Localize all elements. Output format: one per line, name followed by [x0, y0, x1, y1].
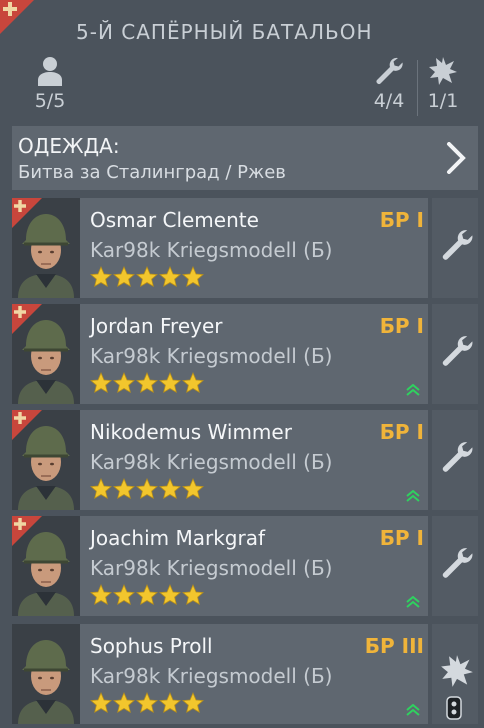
upgrade-available-icon: [406, 490, 420, 502]
soldier-rank: БР III: [364, 634, 424, 658]
soldier-class-button[interactable]: [432, 410, 478, 510]
soldier-card[interactable]: Sophus Proll Kar98k Kriegsmodell (Б) БР II…: [12, 624, 428, 724]
star-icon: [113, 478, 135, 500]
engineers-stat: 4/4: [366, 56, 412, 112]
soldier-card[interactable]: Joachim Markgraf Kar98k Kriegsmodell (Б) Б…: [12, 516, 428, 616]
soldier-rank: БР I: [379, 314, 424, 338]
star-icon: [182, 478, 204, 500]
outfit-label: ОДЕЖДА:: [18, 134, 120, 158]
soldier-weapon: Kar98k Kriegsmodell (Б): [90, 664, 333, 688]
soldier-rank: БР I: [379, 420, 424, 444]
soldier-row[interactable]: Jordan Freyer Kar98k Kriegsmodell (Б) БР I: [12, 304, 478, 404]
star-icon: [159, 372, 181, 394]
star-icon: [90, 266, 112, 288]
soldier-flag: [12, 516, 42, 546]
star-icon: [159, 266, 181, 288]
explosion-icon: [441, 655, 473, 687]
star-icon: [159, 478, 181, 500]
star-icon: [136, 372, 158, 394]
star-icon: [136, 584, 158, 606]
star-icon: [136, 266, 158, 288]
chevron-right-icon: [447, 142, 466, 174]
star-icon: [113, 692, 135, 714]
soldier-name: Osmar Clemente: [90, 208, 259, 232]
star-icon: [136, 478, 158, 500]
toggle-icon: [446, 696, 462, 720]
star-icon: [159, 692, 181, 714]
soldiers-count: 5/5: [34, 90, 66, 112]
soldier-stars: [90, 584, 204, 606]
soldier-flag: [12, 198, 42, 228]
soldier-stars: [90, 266, 204, 288]
soldier-class-button[interactable]: [432, 516, 478, 616]
soldier-weapon: Kar98k Kriegsmodell (Б): [90, 556, 333, 580]
soldier-card[interactable]: Osmar Clemente Kar98k Kriegsmodell (Б) БР …: [12, 198, 428, 298]
wrench-icon: [442, 230, 473, 260]
squad-flag: [0, 0, 34, 34]
soldiers-stat: 5/5: [28, 56, 72, 112]
star-icon: [90, 372, 112, 394]
wrench-icon: [442, 548, 473, 578]
upgrade-available-icon: [406, 384, 420, 396]
star-icon: [182, 266, 204, 288]
soldier-stars: [90, 372, 204, 394]
soldier-row[interactable]: Osmar Clemente Kar98k Kriegsmodell (Б) БР …: [12, 198, 478, 298]
wrench-icon: [376, 57, 403, 84]
explosives-count: 1/1: [427, 90, 459, 112]
person-icon: [38, 57, 62, 86]
soldier-rank: БР I: [379, 526, 424, 550]
star-icon: [113, 372, 135, 394]
star-icon: [182, 692, 204, 714]
iron-cross-icon: [14, 518, 26, 530]
star-icon: [113, 266, 135, 288]
engineers-count: 4/4: [373, 90, 405, 112]
soldier-weapon: Kar98k Kriegsmodell (Б): [90, 238, 333, 262]
star-icon: [90, 584, 112, 606]
header-divider: [417, 60, 418, 116]
soldier-row[interactable]: Nikodemus Wimmer Kar98k Kriegsmodell (Б) Б…: [12, 410, 478, 510]
soldier-row[interactable]: Joachim Markgraf Kar98k Kriegsmodell (Б) Б…: [12, 516, 478, 616]
soldier-card[interactable]: Jordan Freyer Kar98k Kriegsmodell (Б) БР I: [12, 304, 428, 404]
star-icon: [182, 584, 204, 606]
upgrade-available-icon: [406, 596, 420, 608]
star-icon: [136, 692, 158, 714]
iron-cross-icon: [14, 412, 26, 424]
upgrade-available-icon: [406, 704, 420, 716]
outfit-selector[interactable]: ОДЕЖДА: Битва за Сталинград / Ржев: [12, 126, 478, 190]
squad-header: 5-Й САПЁРНЫЙ БАТАЛЬОН 5/5 4/4 1/1: [0, 0, 484, 122]
soldier-class-button[interactable]: [432, 624, 478, 724]
soldier-stars: [90, 478, 204, 500]
soldier-class-button[interactable]: [432, 304, 478, 404]
soldier-name: Joachim Markgraf: [90, 526, 265, 550]
soldier-name: Sophus Proll: [90, 634, 213, 658]
wrench-icon: [442, 442, 473, 472]
outfit-value: Битва за Сталинград / Ржев: [18, 162, 286, 183]
star-icon: [90, 478, 112, 500]
soldier-name: Nikodemus Wimmer: [90, 420, 292, 444]
explosion-icon: [429, 57, 457, 85]
wrench-icon: [442, 336, 473, 366]
squad-title: 5-Й САПЁРНЫЙ БАТАЛЬОН: [76, 20, 373, 44]
soldier-weapon: Kar98k Kriegsmodell (Б): [90, 344, 333, 368]
soldier-flag: [12, 304, 42, 334]
soldier-portrait: [12, 624, 80, 724]
iron-cross-icon: [3, 2, 17, 16]
star-icon: [113, 584, 135, 606]
soldier-class-button[interactable]: [432, 198, 478, 298]
soldier-rank: БР I: [379, 208, 424, 232]
star-icon: [182, 372, 204, 394]
soldier-weapon: Kar98k Kriegsmodell (Б): [90, 450, 333, 474]
soldier-row[interactable]: Sophus Proll Kar98k Kriegsmodell (Б) БР II…: [12, 624, 478, 724]
soldier-name: Jordan Freyer: [90, 314, 223, 338]
soldier-card[interactable]: Nikodemus Wimmer Kar98k Kriegsmodell (Б) Б…: [12, 410, 428, 510]
iron-cross-icon: [14, 306, 26, 318]
explosives-stat: 1/1: [420, 56, 466, 112]
soldier-flag: [12, 410, 42, 440]
iron-cross-icon: [14, 200, 26, 212]
star-icon: [90, 692, 112, 714]
star-icon: [159, 584, 181, 606]
soldier-stars: [90, 692, 204, 714]
